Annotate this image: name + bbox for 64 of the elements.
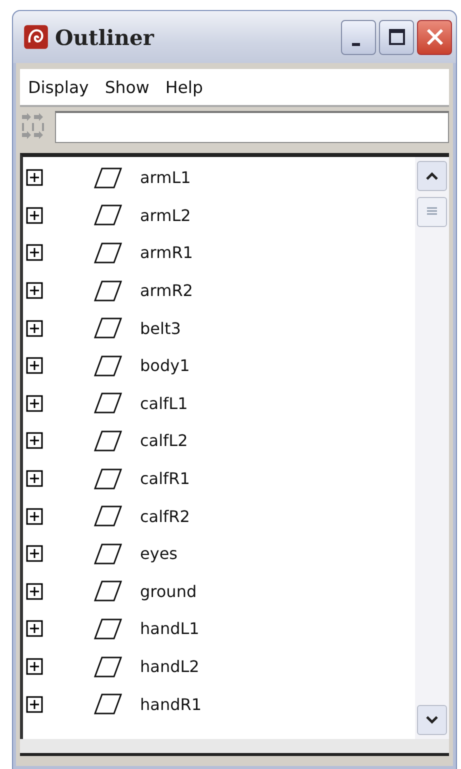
close-icon — [424, 27, 444, 47]
node-name[interactable]: armR2 — [140, 281, 193, 300]
node-name[interactable]: calfR2 — [140, 506, 190, 526]
expand-icon[interactable] — [26, 320, 43, 337]
scroll-up-button[interactable] — [417, 161, 447, 191]
scroll-down-button[interactable] — [417, 705, 447, 735]
node-name[interactable]: calfL2 — [140, 431, 188, 450]
expand-icon[interactable] — [26, 696, 43, 713]
chevron-up-icon — [424, 170, 440, 182]
node-name[interactable]: armL2 — [140, 206, 191, 225]
parallelogram-icon — [93, 354, 123, 377]
expand-icon[interactable] — [26, 545, 43, 562]
node-name[interactable]: calfR1 — [140, 469, 190, 488]
expand-icon[interactable] — [26, 244, 43, 262]
maximize-icon — [388, 28, 406, 46]
parallelogram-icon — [93, 242, 123, 264]
minimize-icon — [352, 42, 360, 46]
parallelogram-icon — [93, 542, 123, 565]
node-name[interactable]: handL1 — [140, 619, 200, 638]
parallelogram-icon — [93, 204, 123, 226]
node-name[interactable]: belt3 — [140, 318, 181, 338]
parallelogram-icon — [93, 468, 123, 490]
parallelogram-icon — [93, 392, 123, 414]
node-name[interactable]: handL2 — [140, 657, 200, 676]
menu-item[interactable]: Display — [28, 78, 89, 96]
expand-icon[interactable] — [26, 206, 43, 224]
expand-icon[interactable] — [26, 169, 43, 186]
parallelogram-icon — [93, 618, 123, 640]
chevron-down-icon — [424, 714, 440, 726]
node-name[interactable]: eyes — [140, 544, 178, 564]
expand-icon[interactable] — [26, 508, 43, 525]
node-name[interactable]: body1 — [140, 356, 190, 376]
parallelogram-icon — [93, 505, 123, 528]
node-name[interactable]: ground — [140, 582, 197, 601]
horizontal-scrollbar[interactable] — [20, 739, 449, 756]
menu-item[interactable]: Show — [104, 78, 150, 96]
parallelogram-icon — [93, 280, 123, 302]
parallelogram-icon — [93, 317, 123, 340]
scroll-thumb[interactable] — [417, 197, 447, 227]
node-name[interactable]: armL1 — [140, 168, 191, 188]
scrollbar[interactable] — [415, 157, 449, 739]
close-button[interactable] — [417, 20, 452, 54]
expand-icon[interactable] — [26, 282, 43, 300]
expand-icon[interactable] — [26, 470, 43, 488]
expand-icon[interactable] — [26, 582, 43, 600]
parallelogram-icon — [93, 656, 123, 678]
filter-field[interactable] — [55, 111, 449, 143]
parallelogram-icon — [93, 430, 123, 452]
grip-icon — [426, 207, 438, 217]
menu-item[interactable]: Help — [165, 78, 203, 96]
expand-icon[interactable] — [26, 432, 43, 450]
window-title: Outliner — [55, 24, 156, 50]
app-icon — [23, 24, 49, 50]
maximize-button[interactable] — [379, 20, 414, 54]
node-name[interactable]: handR1 — [140, 694, 202, 714]
node-name[interactable]: calfL1 — [140, 394, 188, 413]
node-name[interactable]: armR1 — [140, 243, 193, 262]
parallelogram-icon — [93, 166, 123, 189]
parallelogram-icon — [93, 693, 123, 716]
parallelogram-icon — [93, 580, 123, 602]
expand-icon[interactable] — [26, 357, 43, 374]
expand-icon[interactable] — [26, 620, 43, 638]
expand-icon[interactable] — [26, 394, 43, 412]
expand-icon[interactable] — [26, 658, 43, 676]
